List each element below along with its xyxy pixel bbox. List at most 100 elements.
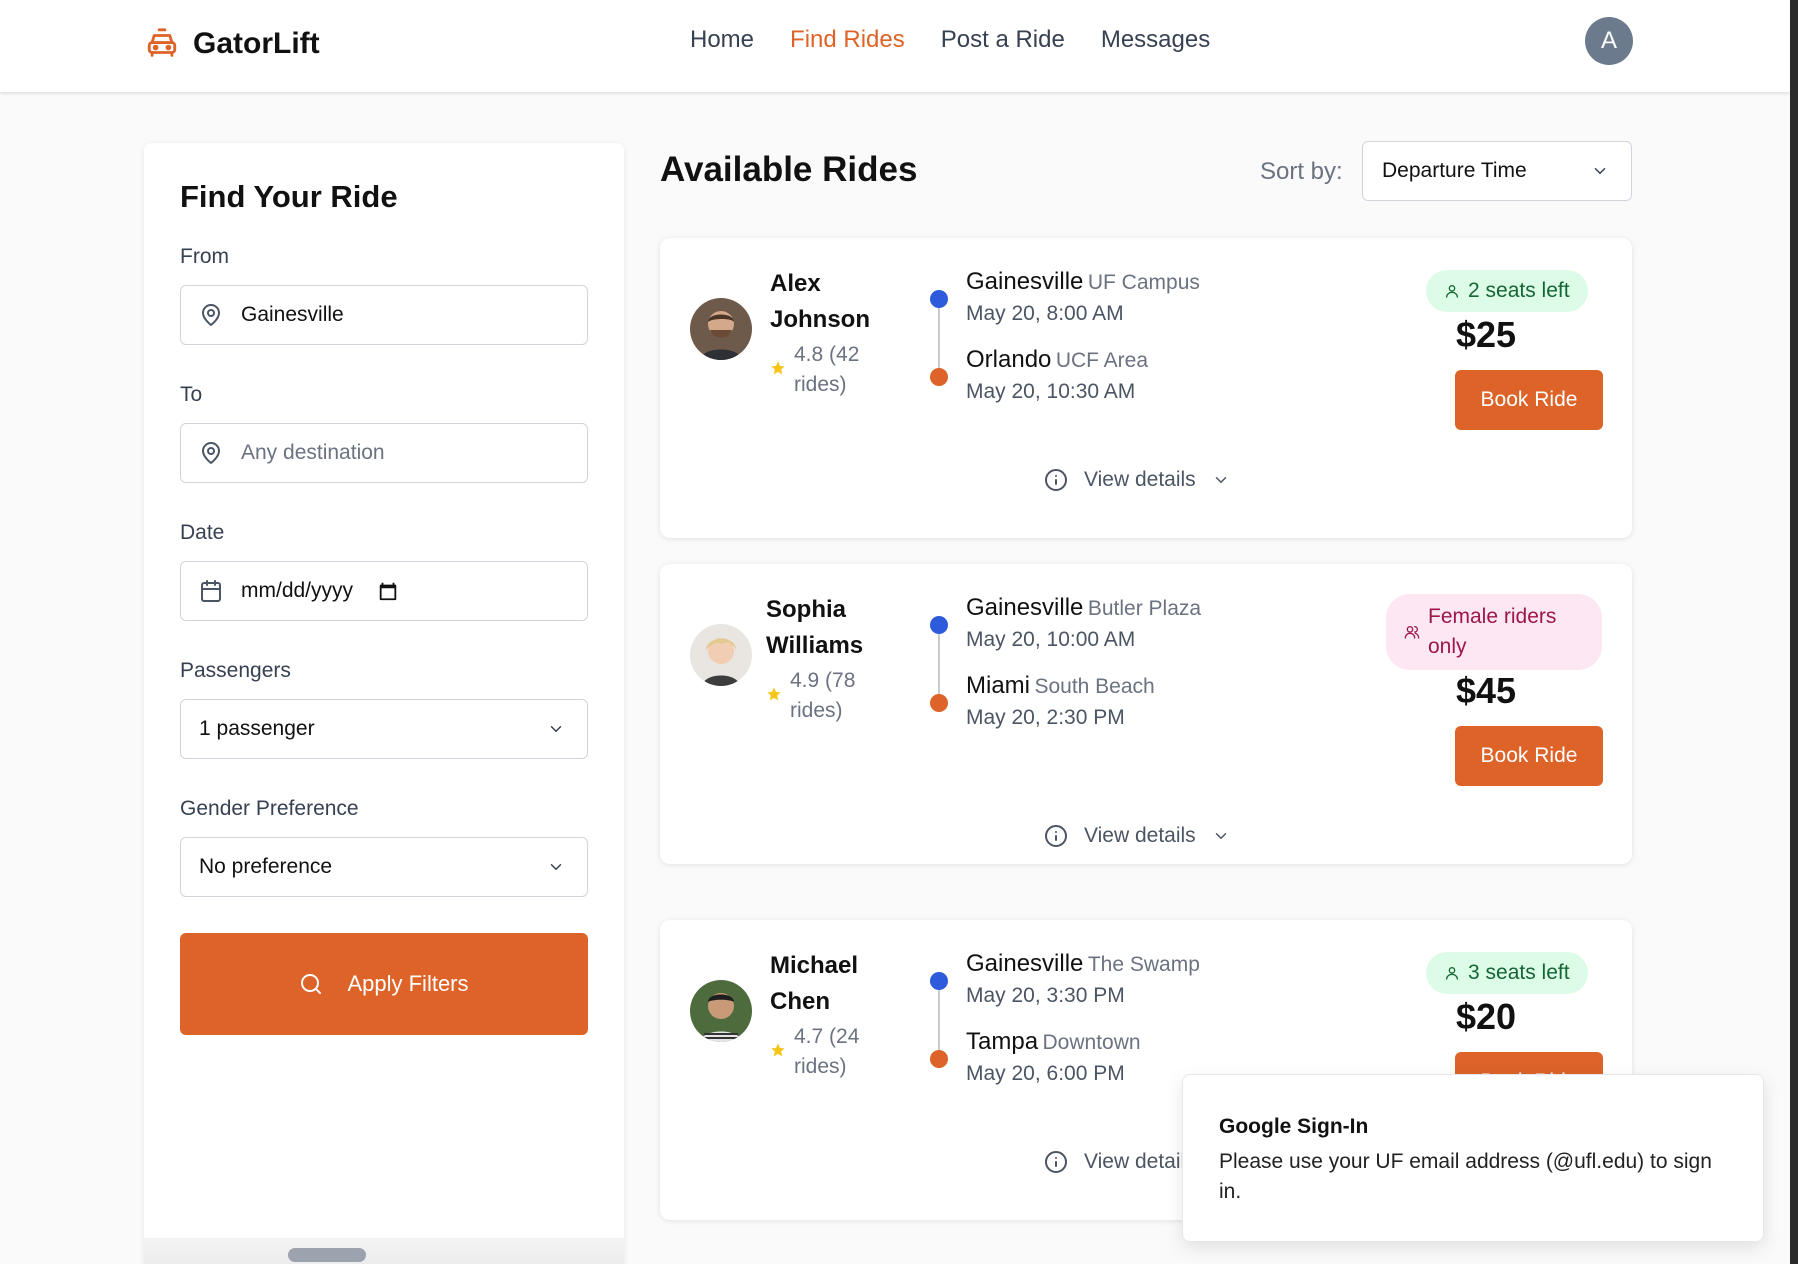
date-input[interactable]: mm/dd/yyyy: [180, 561, 588, 621]
sort-label: Sort by:: [1260, 158, 1343, 185]
ride-price: $45: [1456, 670, 1517, 711]
driver-name: Alex Johnson: [770, 270, 870, 333]
view-details-toggle[interactable]: View details: [1044, 824, 1230, 848]
rating-text: 4.9 (78 rides): [790, 669, 856, 722]
date-label: Date: [180, 521, 225, 544]
info-icon: [1045, 825, 1067, 847]
nav-home[interactable]: Home: [690, 26, 754, 54]
nav-messages[interactable]: Messages: [1101, 26, 1210, 54]
gender-select[interactable]: No preference: [180, 837, 588, 897]
star-icon: [767, 687, 781, 701]
gender-select-value: No preference: [199, 855, 333, 878]
ride-card: Sophia Williams 4.9 (78 rides) Gainesvil…: [660, 564, 1632, 864]
ride-price: $25: [1456, 314, 1517, 355]
destination-dot: [930, 368, 948, 386]
driver-avatar: [690, 298, 752, 360]
destination-stop: Tampa Downtown May 20, 6:00 PM: [966, 1028, 1141, 1086]
apply-filters-button[interactable]: Apply Filters: [180, 933, 588, 1035]
driver-rating: 4.9 (78 rides): [766, 666, 880, 726]
horizontal-scrollbar[interactable]: [144, 1238, 624, 1264]
star-icon: [771, 1043, 785, 1057]
nav-find-rides[interactable]: Find Rides: [790, 26, 905, 54]
destination-area: Downtown: [1042, 1031, 1141, 1054]
nav-post-a-ride[interactable]: Post a Ride: [941, 26, 1065, 54]
destination-stop: Miami South Beach May 20, 2:30 PM: [966, 672, 1155, 730]
origin-dot: [930, 972, 948, 990]
driver-rating: 4.8 (42 rides): [770, 340, 884, 400]
apply-filters-label: Apply Filters: [347, 971, 469, 996]
from-input[interactable]: Gainesville: [180, 285, 588, 345]
info-icon: [1045, 1151, 1067, 1173]
map-pin-icon: [202, 304, 220, 326]
seats-badge: 3 seats left: [1426, 952, 1588, 994]
destination-dot: [930, 694, 948, 712]
book-ride-button[interactable]: Book Ride: [1455, 370, 1603, 430]
to-input[interactable]: Any destination: [180, 423, 588, 483]
origin-stop: Gainesville UF Campus May 20, 8:00 AM: [966, 268, 1200, 326]
driver-rating: 4.7 (24 rides): [770, 1022, 884, 1082]
seats-badge-text: 3 seats left: [1468, 961, 1570, 984]
brand-link[interactable]: GatorLift: [145, 24, 320, 64]
driver-name: Sophia Williams: [766, 596, 864, 659]
view-details-toggle[interactable]: View details: [1044, 468, 1230, 492]
driver-photo-icon: [690, 624, 752, 686]
origin-area: The Swamp: [1087, 953, 1200, 976]
origin-city: Gainesville: [966, 268, 1084, 295]
brand-name: GatorLift: [193, 27, 320, 60]
origin-area: UF Campus: [1087, 271, 1200, 294]
passengers-select[interactable]: 1 passenger: [180, 699, 588, 759]
ride-card: Alex Johnson 4.8 (42 rides) Gainesville …: [660, 238, 1632, 538]
rating-text: 4.8 (42 rides): [794, 343, 860, 396]
driver-photo-icon: [690, 980, 752, 1042]
toast-title: Google Sign-In: [1219, 1115, 1369, 1138]
departure-time: May 20, 3:30 PM: [966, 984, 1125, 1007]
page-title: Available Rides: [660, 150, 918, 189]
destination-city: Tampa: [966, 1028, 1039, 1055]
date-picker-icon[interactable]: [377, 580, 399, 602]
calendar-icon: [201, 580, 221, 602]
arrival-time: May 20, 10:30 AM: [966, 380, 1136, 403]
info-icon: [1045, 469, 1067, 491]
driver-avatar: [690, 624, 752, 686]
female-only-badge-text: Female riders only: [1428, 605, 1557, 658]
origin-stop: Gainesville Butler Plaza May 20, 10:00 A…: [966, 594, 1201, 652]
origin-city: Gainesville: [966, 950, 1084, 977]
main-nav: Home Find Rides Post a Ride Messages: [690, 26, 1210, 54]
filter-panel-title: Find Your Ride: [180, 179, 398, 214]
driver-photo-icon: [690, 298, 752, 360]
chevron-down-icon: [1215, 833, 1226, 839]
origin-area: Butler Plaza: [1087, 597, 1202, 620]
seats-badge: 2 seats left: [1426, 270, 1588, 312]
chevron-down-icon: [550, 864, 562, 870]
origin-stop: Gainesville The Swamp May 20, 3:30 PM: [966, 950, 1200, 1008]
origin-dot: [930, 290, 948, 308]
origin-dot: [930, 616, 948, 634]
user-avatar[interactable]: A: [1585, 17, 1633, 65]
destination-dot: [930, 1050, 948, 1068]
view-details-label: View details: [1084, 468, 1196, 491]
toast-message: Please use your UF email address (@ufl.e…: [1219, 1150, 1712, 1203]
to-input-placeholder: Any destination: [241, 441, 385, 464]
driver-name: Michael Chen: [770, 952, 859, 1015]
taxi-icon: [147, 28, 177, 57]
origin-city: Gainesville: [966, 594, 1084, 621]
female-only-badge: Female riders only: [1386, 594, 1602, 670]
sort-select-value: Departure Time: [1382, 159, 1527, 182]
book-ride-button[interactable]: Book Ride: [1455, 726, 1603, 786]
view-details-label: View details: [1084, 1150, 1196, 1173]
from-input-value: Gainesville: [241, 303, 344, 326]
star-icon: [771, 361, 785, 375]
destination-area: South Beach: [1034, 675, 1155, 698]
sort-select[interactable]: Departure Time: [1362, 141, 1632, 201]
chevron-down-icon: [550, 726, 562, 732]
departure-time: May 20, 8:00 AM: [966, 302, 1124, 325]
arrival-time: May 20, 6:00 PM: [966, 1062, 1125, 1085]
chevron-down-icon: [1594, 168, 1606, 174]
date-input-placeholder: mm/dd/yyyy: [241, 579, 354, 602]
sign-in-toast[interactable]: Google Sign-In Please use your UF email …: [1182, 1074, 1764, 1242]
users-icon: [1404, 626, 1420, 639]
arrival-time: May 20, 2:30 PM: [966, 706, 1125, 729]
departure-time: May 20, 10:00 AM: [966, 628, 1136, 651]
destination-area: UCF Area: [1055, 349, 1149, 372]
scrollbar-thumb[interactable]: [288, 1248, 366, 1262]
